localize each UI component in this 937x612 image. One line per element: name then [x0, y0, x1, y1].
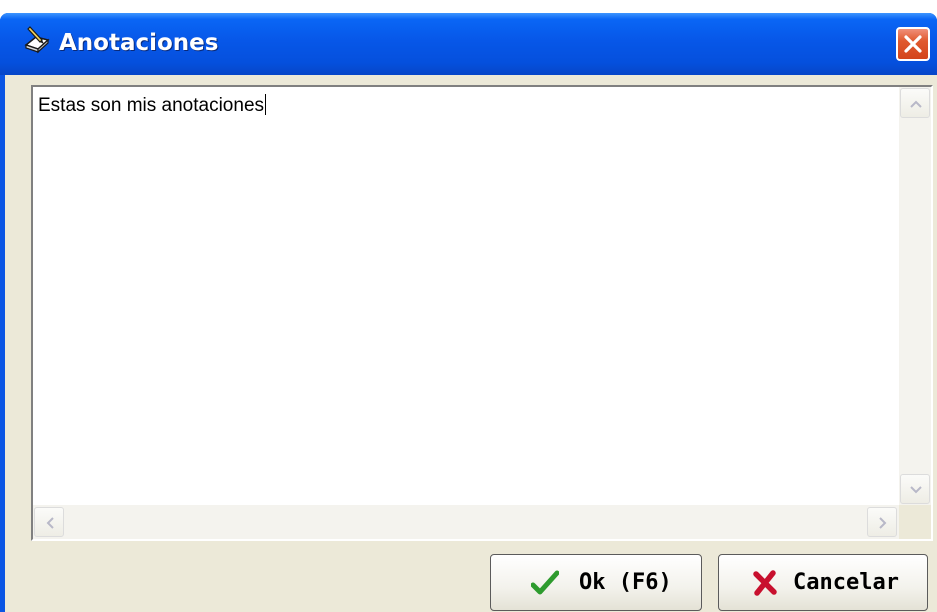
annotations-dialog: Anotaciones Estas son mis anotaciones Ok… [0, 13, 937, 612]
close-button[interactable] [896, 27, 930, 61]
text-caret [265, 94, 267, 115]
cancel-button-label: Cancelar [793, 570, 899, 595]
scroll-down-button[interactable] [900, 474, 930, 504]
dialog-client-area: Estas son mis anotaciones Ok (F6) Cancel… [5, 75, 937, 612]
ok-button-label: Ok (F6) [579, 570, 672, 595]
annotations-textarea[interactable]: Estas son mis anotaciones [31, 85, 933, 541]
title-bar[interactable]: Anotaciones [0, 13, 937, 75]
pencil-note-icon [22, 25, 52, 59]
cancel-button[interactable]: Cancelar [718, 554, 928, 611]
scrollbar-corner [899, 505, 931, 539]
vertical-scrollbar[interactable] [899, 87, 931, 505]
annotations-text: Estas son mis anotaciones [38, 95, 265, 116]
scroll-right-button[interactable] [867, 507, 897, 537]
scroll-up-button[interactable] [900, 88, 930, 118]
ok-button[interactable]: Ok (F6) [490, 554, 702, 611]
window-title: Anotaciones [59, 30, 219, 56]
checkmark-icon [530, 570, 560, 596]
scroll-left-button[interactable] [34, 507, 64, 537]
horizontal-scrollbar[interactable] [33, 505, 899, 539]
x-mark-icon [751, 570, 779, 596]
